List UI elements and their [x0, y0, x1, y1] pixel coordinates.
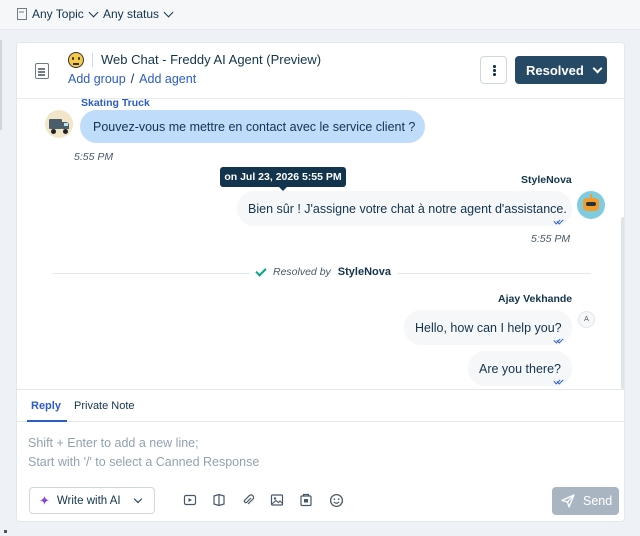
reply-tabs: Reply Private Note: [17, 390, 624, 422]
image-icon[interactable]: [270, 493, 284, 507]
reply-editor: Reply Private Note Shift + Enter to add …: [17, 389, 624, 521]
conversation-title: Web Chat - Freddy AI Agent (Preview): [101, 52, 322, 67]
canned-response-icon[interactable]: [299, 493, 313, 507]
conversation-doc-icon[interactable]: [35, 63, 49, 79]
resolved-label: Resolved by: [273, 266, 331, 278]
resolved-by-name: StyleNova: [337, 266, 391, 278]
robot-avatar: [577, 191, 605, 219]
link-separator: /: [130, 72, 135, 86]
status-filter[interactable]: Any status: [103, 7, 174, 21]
status-dropdown-button[interactable]: Resolved: [515, 56, 607, 84]
customer-message-bubble: Pouvez-vous me mettre en contact avec le…: [80, 110, 425, 143]
customer-message-time: 5:55 PM: [74, 151, 114, 163]
topic-filter-label: Any Topic: [32, 7, 84, 21]
placeholder-line-2: Start with '/' to select a Canned Respon…: [28, 455, 260, 469]
add-agent-link[interactable]: Add agent: [139, 72, 196, 86]
send-button[interactable]: Send: [552, 487, 619, 515]
bot-message-time: 5:55 PM: [531, 233, 571, 245]
read-receipt-icon: [554, 219, 564, 224]
read-receipt-icon: [554, 338, 564, 343]
write-ai-label: Write with AI: [56, 494, 121, 507]
video-icon[interactable]: [183, 493, 197, 507]
neutral-face-icon: [68, 52, 84, 68]
tab-reply[interactable]: Reply: [31, 400, 61, 412]
agent-message-text: Are you there?: [479, 362, 561, 376]
active-tab-indicator: [27, 420, 67, 422]
agent-avatar: A: [578, 311, 595, 328]
agent-message-bubble: Hello, how can I help you?: [404, 310, 572, 345]
reply-input[interactable]: Shift + Enter to add a new line; Start w…: [17, 423, 624, 481]
read-receipt-icon: [554, 379, 564, 384]
send-icon: [561, 494, 575, 508]
chevron-down-icon: [88, 7, 99, 17]
sparkle-icon: ✦: [39, 492, 50, 508]
write-with-ai-button[interactable]: ✦ Write with AI: [29, 487, 155, 514]
scrollbar[interactable]: [621, 217, 624, 389]
divider-line: [52, 273, 250, 274]
message-list[interactable]: Skating Truck Pouvez-vous me mettre en c…: [17, 99, 624, 389]
bot-message-text: Bien sûr ! J'assigne votre chat à notre …: [248, 202, 567, 216]
topic-filter[interactable]: Any Topic: [32, 7, 99, 21]
more-options-button[interactable]: [480, 56, 507, 84]
status-filter-label: Any status: [103, 7, 160, 21]
agent-message-text: Hello, how can I help you?: [415, 321, 562, 335]
corner-mark: [4, 530, 7, 533]
timestamp-tooltip: on Jul 23, 2026 5:55 PM: [220, 167, 346, 191]
agent-message-bubble: Are you there?: [468, 351, 572, 386]
divider-line: [397, 273, 591, 274]
filter-doc-icon: [17, 8, 27, 20]
truck-avatar: [45, 110, 73, 138]
filter-bar: Any Topic Any status: [0, 0, 640, 30]
assignment-links: Add group / Add agent: [68, 72, 196, 86]
check-icon: [255, 264, 267, 277]
chevron-down-icon: [592, 63, 603, 73]
send-label: Send: [583, 494, 613, 508]
attachment-icon[interactable]: [241, 493, 255, 507]
agent-name: Ajay Vekhande: [498, 293, 573, 305]
status-button-label: Resolved: [526, 62, 584, 78]
divider: [92, 53, 93, 67]
tab-private-note[interactable]: Private Note: [74, 400, 135, 412]
customer-name[interactable]: Skating Truck: [81, 99, 150, 109]
knowledge-base-icon[interactable]: [212, 493, 226, 507]
add-group-link[interactable]: Add group: [68, 72, 126, 86]
placeholder-line-1: Shift + Enter to add a new line;: [28, 436, 199, 450]
chevron-down-icon: [133, 494, 142, 504]
left-edge-marker: [0, 40, 2, 130]
more-vertical-icon: [493, 65, 496, 68]
bot-message-bubble: Bien sûr ! J'assigne votre chat à notre …: [237, 191, 572, 226]
conversation-panel: Web Chat - Freddy AI Agent (Preview) Add…: [16, 42, 625, 522]
chevron-down-icon: [163, 7, 174, 17]
emoji-icon[interactable]: [329, 493, 344, 508]
bot-name: StyleNova: [521, 174, 572, 186]
resolved-event: Resolved by StyleNova: [255, 264, 391, 278]
conversation-header: Web Chat - Freddy AI Agent (Preview) Add…: [17, 43, 624, 99]
